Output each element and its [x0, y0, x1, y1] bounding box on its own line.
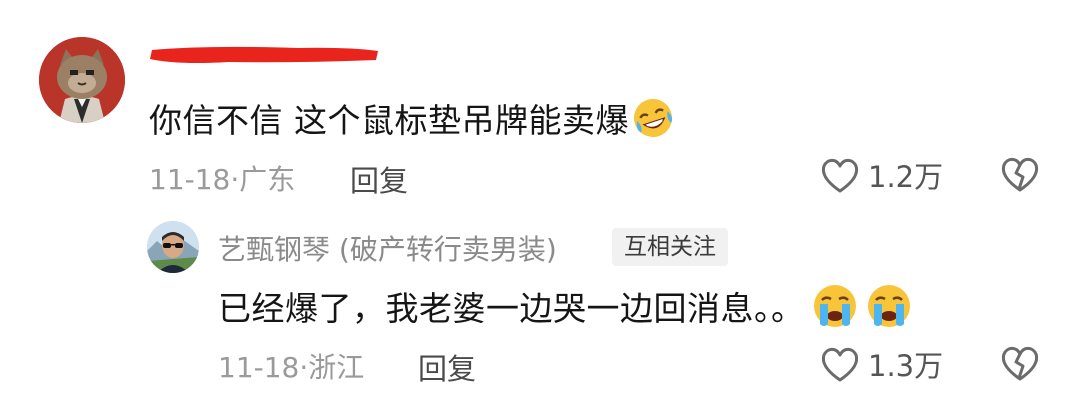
reply-author-name[interactable]: 艺甄钢琴 (破产转行卖男装) — [218, 228, 557, 268]
reply-like-count: 1.3万 — [868, 349, 944, 383]
reply-like-button[interactable]: 1.3万 — [820, 343, 943, 385]
reply-reply-button[interactable]: 回复 — [418, 346, 476, 388]
reply-meta: 11-18·浙江 — [218, 346, 364, 386]
laughing-crying-emoji-icon — [631, 96, 675, 140]
reply-button[interactable]: 回复 — [350, 158, 408, 200]
cat-in-suit-icon — [39, 37, 125, 123]
reply-avatar[interactable] — [147, 221, 199, 273]
reply-date: 11-18 — [218, 351, 300, 384]
meta-separator: · — [299, 351, 309, 384]
comment-date: 11-18 — [149, 163, 231, 196]
crying-emoji-icon — [811, 282, 859, 330]
meta-separator: · — [230, 163, 240, 196]
avatar[interactable] — [39, 37, 125, 123]
broken-heart-icon — [1001, 346, 1039, 381]
reply-text: 已经爆了，我老婆一边哭一边回消息。。 — [218, 282, 913, 330]
comment-meta: 11-18·广东 — [149, 158, 295, 198]
comment-text: 你信不信 这个鼠标垫吊牌能卖爆 — [149, 94, 675, 142]
like-count: 1.2万 — [868, 160, 944, 194]
heart-outline-icon — [821, 347, 859, 382]
comment-body: 你信不信 这个鼠标垫吊牌能卖爆 — [149, 101, 629, 140]
mutual-follow-badge: 互相关注 — [612, 228, 728, 266]
heart-outline-icon — [821, 158, 859, 193]
comment-location: 广东 — [239, 163, 296, 196]
dislike-button[interactable] — [1000, 155, 1040, 195]
man-sunglasses-icon — [147, 221, 199, 273]
reply-dislike-button[interactable] — [1000, 344, 1040, 384]
reply-body: 已经爆了，我老婆一边哭一边回消息。。 — [218, 289, 805, 328]
reply-location: 浙江 — [308, 351, 365, 384]
crying-emoji-icon — [865, 282, 913, 330]
like-button[interactable]: 1.2万 — [820, 154, 943, 196]
broken-heart-icon — [1001, 157, 1039, 192]
author-name-redacted[interactable] — [148, 44, 380, 66]
